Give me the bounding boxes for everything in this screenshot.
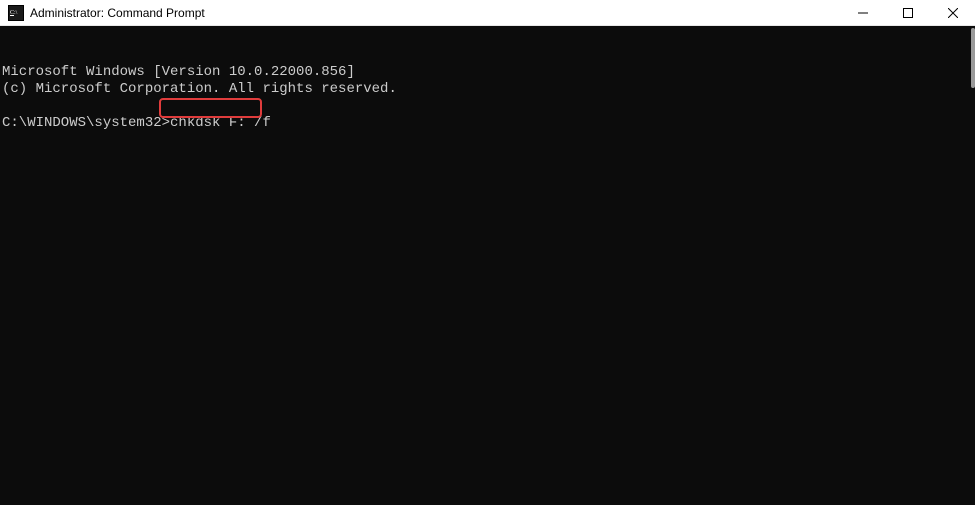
minimize-button[interactable] [840, 0, 885, 26]
prompt-path: C:\WINDOWS\system32> [2, 115, 170, 131]
cmd-icon: C:\ [8, 5, 24, 21]
window-title: Administrator: Command Prompt [30, 6, 840, 20]
terminal-content: Microsoft Windows [Version 10.0.22000.85… [2, 64, 973, 132]
scrollbar-track[interactable] [969, 26, 975, 505]
window-controls [840, 0, 975, 25]
terminal-area[interactable]: Microsoft Windows [Version 10.0.22000.85… [0, 26, 975, 505]
command-input: chkdsk F: /f [170, 115, 271, 131]
copyright-line: (c) Microsoft Corporation. All rights re… [2, 81, 397, 97]
scrollbar-thumb[interactable] [971, 28, 975, 88]
command-prompt-window: C:\ Administrator: Command Prompt [0, 0, 975, 505]
titlebar[interactable]: C:\ Administrator: Command Prompt [0, 0, 975, 26]
version-line: Microsoft Windows [Version 10.0.22000.85… [2, 64, 355, 80]
close-button[interactable] [930, 0, 975, 26]
maximize-button[interactable] [885, 0, 930, 26]
